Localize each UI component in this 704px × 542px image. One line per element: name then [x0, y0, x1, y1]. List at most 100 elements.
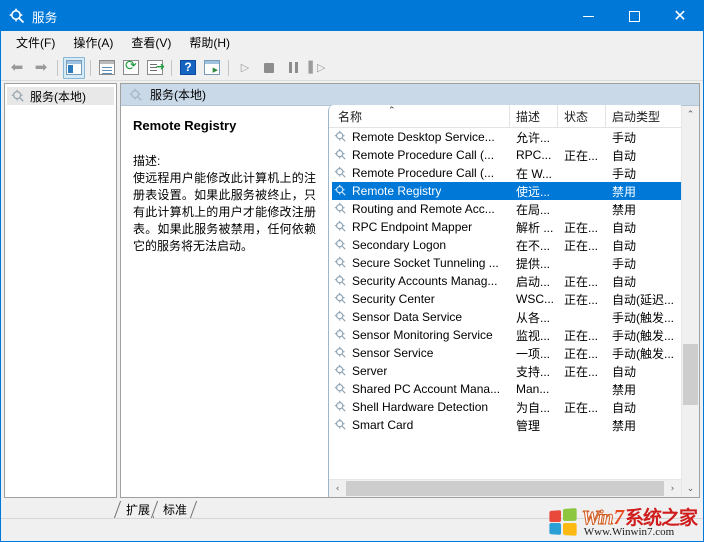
- service-status: 正在...: [564, 220, 599, 235]
- services-window: 服务 ✕ 文件(F) 操作(A) 查看(V) 帮助(H) ⬅ ➡ ⟳ ➜ ? ▶…: [0, 0, 704, 542]
- table-row[interactable]: Remote Procedure Call (... 在 W... 手动: [332, 164, 681, 182]
- refresh-icon: [123, 58, 139, 75]
- help-button[interactable]: [177, 57, 199, 79]
- cell-state: 正在...: [558, 363, 606, 380]
- forward-button[interactable]: ➡: [30, 57, 52, 79]
- show-console-tree-button[interactable]: [201, 57, 223, 79]
- column-header-status-label: 状态: [564, 109, 589, 124]
- vertical-scrollbar[interactable]: ⌃ ⌄: [681, 106, 699, 497]
- service-name: Security Center: [352, 292, 435, 306]
- window-title: 服务: [32, 10, 58, 25]
- menu-file[interactable]: 文件(F): [7, 31, 64, 55]
- cell-state: 正在...: [558, 147, 606, 164]
- scroll-left-button[interactable]: ‹: [329, 480, 346, 497]
- service-startup-type: 手动(触发...: [612, 346, 674, 361]
- cell-startup: 手动(触发...: [606, 345, 681, 362]
- stop-service-button[interactable]: [258, 57, 280, 79]
- restart-service-button[interactable]: ▌▷: [306, 57, 328, 79]
- table-row[interactable]: Security Accounts Manag... 启动... 正在... 自动: [332, 272, 681, 290]
- export-list-icon: [147, 60, 165, 75]
- column-header-description[interactable]: 描述: [510, 105, 558, 127]
- cell-name: RPC Endpoint Mapper: [332, 220, 510, 234]
- horizontal-scrollbar[interactable]: ‹ ›: [329, 479, 681, 497]
- back-button[interactable]: ⬅: [6, 57, 28, 79]
- service-startup-type: 自动: [612, 400, 637, 415]
- cell-desc: 在不...: [510, 237, 558, 254]
- service-status: 正在...: [564, 364, 599, 379]
- scroll-down-button[interactable]: ⌄: [682, 480, 699, 497]
- close-button[interactable]: ✕: [657, 1, 703, 31]
- cell-desc: 管理: [510, 417, 558, 434]
- cell-state: 正在...: [558, 291, 606, 308]
- table-row[interactable]: Shell Hardware Detection 为自... 正在... 自动: [332, 398, 681, 416]
- table-row[interactable]: RPC Endpoint Mapper 解析 ... 正在... 自动: [332, 218, 681, 236]
- service-name: Sensor Data Service: [352, 310, 463, 324]
- cell-startup: 自动: [606, 363, 681, 380]
- menu-view[interactable]: 查看(V): [122, 31, 180, 55]
- service-description: 启动...: [516, 274, 551, 289]
- service-name: Sensor Service: [352, 346, 434, 360]
- back-icon: ⬅: [10, 58, 24, 76]
- properties-icon: [99, 60, 115, 75]
- horizontal-scroll-thumb[interactable]: [346, 481, 664, 496]
- content-header: 服务(本地): [121, 84, 699, 106]
- service-gear-icon: [334, 418, 348, 432]
- properties-button[interactable]: [96, 57, 118, 79]
- pause-service-button[interactable]: [282, 57, 304, 79]
- tree-node-services-local[interactable]: 服务(本地): [7, 87, 114, 105]
- scroll-right-button[interactable]: ›: [664, 480, 681, 497]
- service-name: Remote Procedure Call (...: [352, 166, 495, 180]
- cell-name: Remote Registry: [332, 184, 510, 198]
- service-name: Smart Card: [352, 418, 414, 432]
- cell-state: 正在...: [558, 237, 606, 254]
- table-row[interactable]: Remote Desktop Service... 允许... 手动: [332, 128, 681, 146]
- service-name: Remote Desktop Service...: [352, 130, 495, 144]
- service-gear-icon: [334, 346, 348, 360]
- table-row[interactable]: Routing and Remote Acc... 在局... 禁用: [332, 200, 681, 218]
- service-name: Shared PC Account Mana...: [352, 382, 501, 396]
- service-name: Remote Registry: [352, 184, 442, 198]
- export-list-button[interactable]: [144, 57, 166, 79]
- maximize-icon: [628, 10, 640, 22]
- column-header-startup-type-label: 启动类型: [612, 109, 661, 124]
- menu-bar: 文件(F) 操作(A) 查看(V) 帮助(H): [1, 31, 703, 55]
- table-row[interactable]: Sensor Monitoring Service 监视... 正在... 手动(触发…: [332, 326, 681, 344]
- tab-standard[interactable]: 标准: [154, 501, 195, 518]
- column-header-startup-type[interactable]: 启动类型: [606, 105, 681, 127]
- list-column-headers: 名称 ⌃ 描述 状态 启动类型: [329, 105, 681, 128]
- table-row[interactable]: Server 支持... 正在... 自动: [332, 362, 681, 380]
- menu-help[interactable]: 帮助(H): [180, 31, 239, 55]
- vertical-scroll-thumb[interactable]: [683, 344, 698, 406]
- scroll-up-button[interactable]: ⌃: [682, 106, 699, 123]
- service-description: WSC...: [516, 292, 554, 306]
- restart-icon: ▌▷: [308, 61, 326, 74]
- toolbar: ⬅ ➡ ▷: [1, 55, 703, 81]
- table-row[interactable]: Shared PC Account Mana... Man... 禁用: [332, 380, 681, 398]
- horizontal-scroll-track[interactable]: [346, 480, 664, 497]
- table-row[interactable]: Remote Registry 使远... 禁用: [332, 182, 681, 200]
- table-row[interactable]: Secure Socket Tunneling ... 提供... 手动: [332, 254, 681, 272]
- cell-desc: 为自...: [510, 399, 558, 416]
- console-tree-pane: 服务(本地): [4, 83, 117, 498]
- table-row[interactable]: Sensor Service 一项... 正在... 手动(触发...: [332, 344, 681, 362]
- start-service-button[interactable]: ▷: [234, 57, 256, 79]
- table-row[interactable]: Sensor Data Service 从各... 手动(触发...: [332, 308, 681, 326]
- show-hide-tree-button[interactable]: [63, 56, 85, 79]
- column-header-name[interactable]: 名称 ⌃: [332, 105, 510, 127]
- refresh-button[interactable]: [120, 57, 142, 79]
- cell-state: 正在...: [558, 327, 606, 344]
- table-row[interactable]: Secondary Logon 在不... 正在... 自动: [332, 236, 681, 254]
- cell-desc: 支持...: [510, 363, 558, 380]
- menu-action[interactable]: 操作(A): [64, 31, 122, 55]
- cell-name: Routing and Remote Acc...: [332, 202, 510, 216]
- vertical-scroll-track[interactable]: [682, 123, 699, 480]
- minimize-button[interactable]: [565, 1, 611, 31]
- service-status: 正在...: [564, 400, 599, 415]
- service-description: 提供...: [516, 256, 551, 271]
- maximize-button[interactable]: [611, 1, 657, 31]
- table-row[interactable]: Security Center WSC... 正在... 自动(延迟...: [332, 290, 681, 308]
- table-row[interactable]: Remote Procedure Call (... RPC... 正在... 自动: [332, 146, 681, 164]
- cell-desc: 使远...: [510, 183, 558, 200]
- table-row[interactable]: Smart Card 管理 禁用: [332, 416, 681, 434]
- column-header-status[interactable]: 状态: [558, 105, 606, 127]
